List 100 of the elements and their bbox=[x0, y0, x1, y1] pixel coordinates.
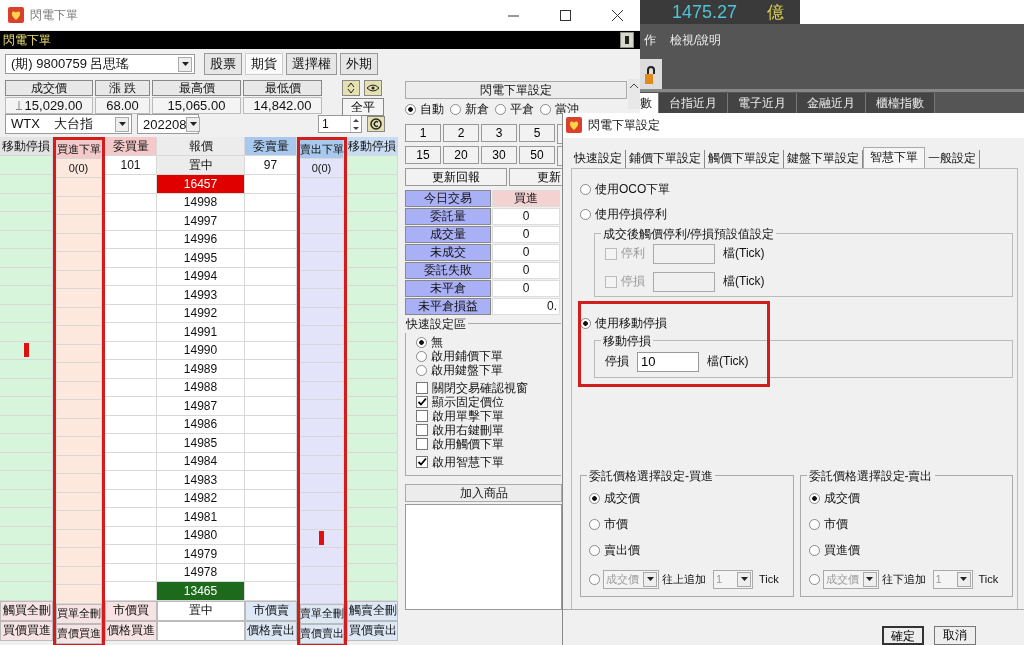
radio-button[interactable] bbox=[589, 573, 600, 585]
radio-button[interactable] bbox=[495, 104, 506, 115]
quantity-button[interactable]: 30 bbox=[481, 146, 517, 164]
order-cell[interactable] bbox=[245, 397, 297, 416]
radio-button[interactable] bbox=[589, 545, 600, 556]
quantity-button[interactable]: 2 bbox=[443, 124, 479, 142]
price-cell[interactable]: 14981 bbox=[157, 508, 245, 527]
eye-icon[interactable] bbox=[364, 80, 382, 96]
symbol-dropdown[interactable]: WTX 大台指 bbox=[5, 114, 132, 134]
menu-item[interactable]: 檢視/說明 bbox=[670, 32, 722, 51]
order-cell[interactable] bbox=[0, 323, 53, 342]
ladder-button[interactable]: 價格賣出 bbox=[245, 620, 297, 641]
checkbox[interactable] bbox=[416, 456, 428, 468]
order-cell[interactable] bbox=[245, 360, 297, 379]
order-cell[interactable] bbox=[300, 289, 344, 308]
radio-button[interactable] bbox=[580, 317, 591, 329]
order-cell[interactable] bbox=[245, 249, 297, 268]
quantity-button[interactable]: 20 bbox=[443, 146, 479, 164]
order-cell[interactable] bbox=[0, 175, 53, 194]
settings-tab[interactable]: 觸價下單設定 bbox=[705, 149, 784, 168]
order-cell[interactable] bbox=[347, 582, 398, 601]
ladder-button[interactable]: 賣價買進 bbox=[56, 623, 102, 644]
market-tab[interactable]: 期貨 bbox=[245, 53, 283, 75]
expand-icon[interactable] bbox=[342, 80, 360, 96]
ladder-button[interactable]: 置中 bbox=[157, 600, 245, 621]
order-cell[interactable] bbox=[56, 437, 102, 456]
ladder-button[interactable]: 賣單全刪 bbox=[300, 603, 344, 624]
radio-button[interactable] bbox=[808, 493, 820, 504]
copyright-icon[interactable] bbox=[367, 116, 385, 132]
order-cell[interactable] bbox=[300, 326, 344, 345]
quantity-spinner[interactable]: 1 bbox=[318, 115, 362, 133]
order-cell[interactable] bbox=[105, 286, 157, 305]
order-cell[interactable] bbox=[0, 212, 53, 231]
index-tab[interactable]: 電子近月 bbox=[728, 93, 797, 113]
order-cell[interactable] bbox=[347, 397, 398, 416]
refresh-button[interactable]: 更新回報 bbox=[405, 168, 507, 186]
order-cell[interactable] bbox=[0, 582, 53, 601]
order-cell[interactable] bbox=[347, 508, 398, 527]
order-cell[interactable] bbox=[300, 252, 344, 271]
order-cell[interactable] bbox=[56, 511, 102, 530]
market-tab[interactable]: 選擇權 bbox=[286, 53, 337, 75]
price-cell[interactable]: 14987 bbox=[157, 397, 245, 416]
order-cell[interactable] bbox=[300, 585, 344, 604]
order-cell[interactable] bbox=[105, 471, 157, 490]
order-cell[interactable] bbox=[56, 400, 102, 419]
price-cell[interactable]: 14991 bbox=[157, 323, 245, 342]
order-cell[interactable] bbox=[300, 437, 344, 456]
ladder-button[interactable]: 價格買進 bbox=[105, 620, 157, 641]
order-cell[interactable] bbox=[105, 545, 157, 564]
checkbox[interactable] bbox=[416, 410, 428, 422]
market-tab[interactable]: 外期 bbox=[340, 53, 378, 75]
order-cell[interactable] bbox=[56, 178, 102, 197]
order-cell[interactable] bbox=[56, 585, 102, 604]
ladder-button[interactable]: 買價賣出 bbox=[347, 620, 398, 641]
order-cell[interactable] bbox=[300, 548, 344, 567]
price-cell[interactable]: 14979 bbox=[157, 545, 245, 564]
price-cell[interactable]: 14985 bbox=[157, 434, 245, 453]
index-tab[interactable]: 台指近月 bbox=[659, 93, 728, 113]
order-cell[interactable] bbox=[56, 289, 102, 308]
radio-button[interactable] bbox=[808, 519, 820, 530]
quantity-button[interactable]: 1 bbox=[405, 124, 441, 142]
order-cell[interactable] bbox=[347, 434, 398, 453]
ladder-button[interactable]: 市價買 bbox=[105, 600, 157, 621]
settings-tab[interactable]: 快速設定 bbox=[571, 149, 626, 168]
order-cell[interactable] bbox=[0, 360, 53, 379]
checkbox[interactable] bbox=[416, 382, 428, 394]
order-cell[interactable] bbox=[347, 360, 398, 379]
dialog-button[interactable]: 確定 bbox=[882, 626, 924, 645]
dialog-button[interactable]: 取消 bbox=[934, 626, 976, 645]
order-cell[interactable] bbox=[105, 582, 157, 601]
order-cell[interactable] bbox=[0, 397, 53, 416]
order-cell[interactable] bbox=[56, 215, 102, 234]
order-cell[interactable] bbox=[347, 175, 398, 194]
order-cell[interactable] bbox=[105, 175, 157, 194]
quantity-button[interactable]: 5 bbox=[519, 124, 555, 142]
order-cell[interactable] bbox=[0, 471, 53, 490]
order-cell[interactable] bbox=[347, 323, 398, 342]
order-cell[interactable] bbox=[105, 249, 157, 268]
order-cell[interactable] bbox=[347, 212, 398, 231]
checkbox[interactable] bbox=[416, 438, 428, 450]
order-cell[interactable] bbox=[0, 545, 53, 564]
order-cell[interactable] bbox=[300, 215, 344, 234]
market-tab[interactable]: 股票 bbox=[204, 53, 242, 75]
checkbox[interactable] bbox=[416, 424, 428, 436]
ladder-button[interactable]: 買價買進 bbox=[0, 620, 53, 641]
radio-button[interactable] bbox=[416, 350, 427, 362]
order-cell[interactable] bbox=[56, 326, 102, 345]
settings-tab[interactable]: 一般設定 bbox=[925, 149, 980, 168]
quantity-button[interactable]: 3 bbox=[481, 124, 517, 142]
order-cell[interactable] bbox=[0, 434, 53, 453]
price-cell[interactable]: 16457 bbox=[157, 175, 245, 194]
checkbox[interactable] bbox=[416, 396, 428, 408]
pin-icon[interactable] bbox=[620, 32, 634, 48]
refresh-button[interactable]: 更新 bbox=[509, 168, 563, 186]
quantity-button[interactable]: 15 bbox=[405, 146, 441, 164]
price-cell[interactable]: 14993 bbox=[157, 286, 245, 305]
index-tab[interactable]: 金融近月 bbox=[797, 93, 866, 113]
settings-tab[interactable]: 智慧下單 bbox=[863, 146, 925, 168]
radio-button[interactable] bbox=[580, 208, 591, 220]
ladder-button[interactable]: 市價賣 bbox=[245, 600, 297, 621]
